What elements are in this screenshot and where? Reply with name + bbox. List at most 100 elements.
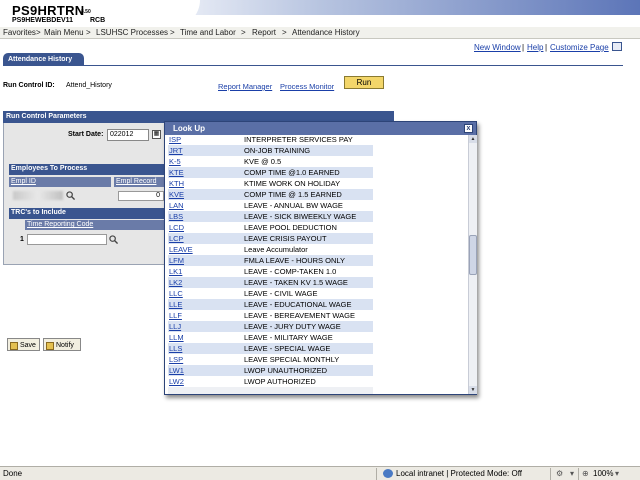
lookup-row[interactable]: LCD LEAVE POOL DEDUCTION: [168, 222, 373, 233]
add-to-favorites-link[interactable]: Add to Favorites: [535, 17, 586, 24]
lookup-row[interactable]: LLS LEAVE - SPECIAL WAGE: [168, 343, 373, 354]
zoom-level[interactable]: 100%: [593, 469, 613, 478]
lookup-icon[interactable]: [109, 235, 118, 244]
vertical-scrollbar[interactable]: ▲ ▼: [468, 135, 477, 394]
empl-id-field[interactable]: [13, 191, 63, 200]
lookup-code-link[interactable]: LW2: [169, 377, 184, 386]
time-reporting-code-field[interactable]: [27, 234, 107, 245]
lookup-code-link[interactable]: LCD: [169, 223, 184, 232]
lookup-row[interactable]: JRT ON-JOB TRAINING: [168, 145, 373, 156]
link-separator: |: [545, 43, 548, 52]
lookup-row[interactable]: LLF LEAVE - BEREAVEMENT WAGE: [168, 310, 373, 321]
lookup-code-link[interactable]: LCP: [169, 234, 184, 243]
header-wave: [120, 0, 200, 27]
chevron-down-icon[interactable]: ▾: [615, 469, 619, 478]
security-zone: Local intranet | Protected Mode: Off: [396, 469, 522, 478]
lookup-code-link[interactable]: LLE: [169, 300, 182, 309]
new-window-link[interactable]: New Window: [474, 43, 521, 52]
protected-mode-icon[interactable]: ⚙: [556, 469, 563, 478]
scroll-up-icon[interactable]: ▲: [469, 135, 477, 143]
close-icon[interactable]: x: [464, 124, 473, 133]
menu-lsuhsc-processes[interactable]: LSUHSC Processes: [96, 28, 168, 37]
run-button[interactable]: Run: [344, 76, 384, 89]
lookup-row[interactable]: LW2 LWOP AUTHORIZED: [168, 376, 373, 387]
horizontal-scrollbar[interactable]: [168, 387, 373, 394]
menu-favorites[interactable]: Favorites: [3, 28, 36, 37]
lookup-code-link[interactable]: LEAVE: [169, 245, 193, 254]
tab-divider: [3, 65, 623, 66]
lookup-row[interactable]: LFM FMLA LEAVE - HOURS ONLY: [168, 255, 373, 266]
menu-attendance-history[interactable]: Attendance History: [292, 28, 360, 37]
lookup-row[interactable]: LK1 LEAVE - COMP-TAKEN 1.0: [168, 266, 373, 277]
lookup-description: LEAVE POOL DEDUCTION: [244, 223, 337, 232]
empl-id-header[interactable]: Empl ID: [9, 177, 111, 187]
empl-record-header[interactable]: Empl Record: [114, 177, 164, 187]
home-link[interactable]: Home: [496, 17, 515, 24]
chevron-down-icon[interactable]: ▾: [570, 469, 574, 478]
sign-out-link[interactable]: Sign out: [607, 17, 633, 24]
lookup-code-link[interactable]: K-5: [169, 157, 181, 166]
lookup-row[interactable]: LLM LEAVE - MILITARY WAGE: [168, 332, 373, 343]
lookup-code-link[interactable]: LLC: [169, 289, 183, 298]
lookup-row[interactable]: LLE LEAVE - EDUCATIONAL WAGE: [168, 299, 373, 310]
report-manager-link[interactable]: Report Manager: [218, 82, 272, 91]
lookup-icon[interactable]: [66, 191, 75, 200]
start-date-field[interactable]: 022012: [107, 129, 149, 141]
lookup-code-link[interactable]: LW1: [169, 366, 184, 375]
lookup-description: INTERPRETER SERVICES PAY: [244, 135, 353, 144]
user-name: RCB: [90, 17, 106, 24]
lookup-code-link[interactable]: LBS: [169, 212, 183, 221]
process-monitor-link[interactable]: Process Monitor: [280, 82, 334, 91]
scrollbar-thumb[interactable]: [469, 235, 477, 275]
lookup-code-link[interactable]: LLJ: [169, 322, 181, 331]
lookup-code-link[interactable]: LSP: [169, 355, 183, 364]
grid-icon[interactable]: [612, 42, 622, 51]
lookup-row[interactable]: ISP INTERPRETER SERVICES PAY: [168, 135, 373, 145]
lookup-code-link[interactable]: KTH: [169, 179, 184, 188]
app-version: 8.50: [81, 9, 91, 15]
lookup-code-link[interactable]: LLS: [169, 344, 182, 353]
lookup-row[interactable]: LK2 LEAVE - TAKEN KV 1.5 WAGE: [168, 277, 373, 288]
lookup-row[interactable]: LEAVE Leave Accumulator: [168, 244, 373, 255]
globe-icon: [383, 469, 393, 478]
lookup-code-link[interactable]: LAN: [169, 201, 184, 210]
lookup-description: LEAVE - TAKEN KV 1.5 WAGE: [244, 278, 348, 287]
lookup-description: COMP TIME @ 1.5 EARNED: [244, 190, 342, 199]
help-link[interactable]: Help: [527, 43, 543, 52]
lookup-row[interactable]: KTE COMP TIME @1.0 EARNED: [168, 167, 373, 178]
lookup-code-link[interactable]: LLM: [169, 333, 184, 342]
lookup-description: LEAVE - BEREAVEMENT WAGE: [244, 311, 355, 320]
lookup-code-link[interactable]: LK1: [169, 267, 182, 276]
lookup-row[interactable]: LLJ LEAVE - JURY DUTY WAGE: [168, 321, 373, 332]
menu-time-and-labor[interactable]: Time and Labor: [180, 28, 236, 37]
zoom-icon: ⊕: [582, 469, 589, 478]
lookup-row[interactable]: LW1 LWOP UNAUTHORIZED: [168, 365, 373, 376]
lookup-row[interactable]: LLC LEAVE - CIVIL WAGE: [168, 288, 373, 299]
empl-record-field[interactable]: 0: [118, 191, 164, 201]
save-button[interactable]: Save: [7, 338, 40, 351]
calendar-icon[interactable]: ▦: [152, 130, 161, 139]
lookup-code-link[interactable]: KTE: [169, 168, 184, 177]
lookup-row[interactable]: LAN LEAVE - ANNUAL BW WAGE: [168, 200, 373, 211]
lookup-code-link[interactable]: KVE: [169, 190, 184, 199]
lookup-row[interactable]: KTHKTIME WORK ON HOLIDAY EARNED: [168, 178, 373, 197]
customize-page-link[interactable]: Customize Page: [550, 43, 609, 52]
lookup-row[interactable]: LBS LEAVE - SICK BIWEEKLY WAGE: [168, 211, 373, 222]
lookup-code-link[interactable]: LFM: [169, 256, 184, 265]
lookup-description: LEAVE SPECIAL MONTHLY: [244, 355, 340, 364]
lookup-row[interactable]: LSP LEAVE SPECIAL MONTHLY: [168, 354, 373, 365]
menu-report[interactable]: Report: [252, 28, 276, 37]
lookup-code-link[interactable]: LK2: [169, 278, 182, 287]
lookup-row[interactable]: LCP LEAVE CRISIS PAYOUT: [168, 233, 373, 244]
scroll-down-icon[interactable]: ▼: [469, 386, 477, 394]
notify-button[interactable]: Notify: [43, 338, 81, 351]
lookup-code-link[interactable]: LLF: [169, 311, 182, 320]
lookup-description: KVE @ 0.5: [244, 157, 282, 166]
menu-main-menu[interactable]: Main Menu: [44, 28, 84, 37]
lookup-code-link[interactable]: JRT: [169, 146, 183, 155]
lookup-row[interactable]: KVE COMP TIME @ 1.5 EARNED: [168, 189, 373, 200]
time-reporting-code-header[interactable]: Time Reporting Code: [25, 220, 164, 230]
lookup-row[interactable]: K-5 KVE @ 0.5: [168, 156, 373, 167]
lookup-code-link[interactable]: ISP: [169, 135, 181, 144]
status-text: Done: [3, 469, 23, 478]
